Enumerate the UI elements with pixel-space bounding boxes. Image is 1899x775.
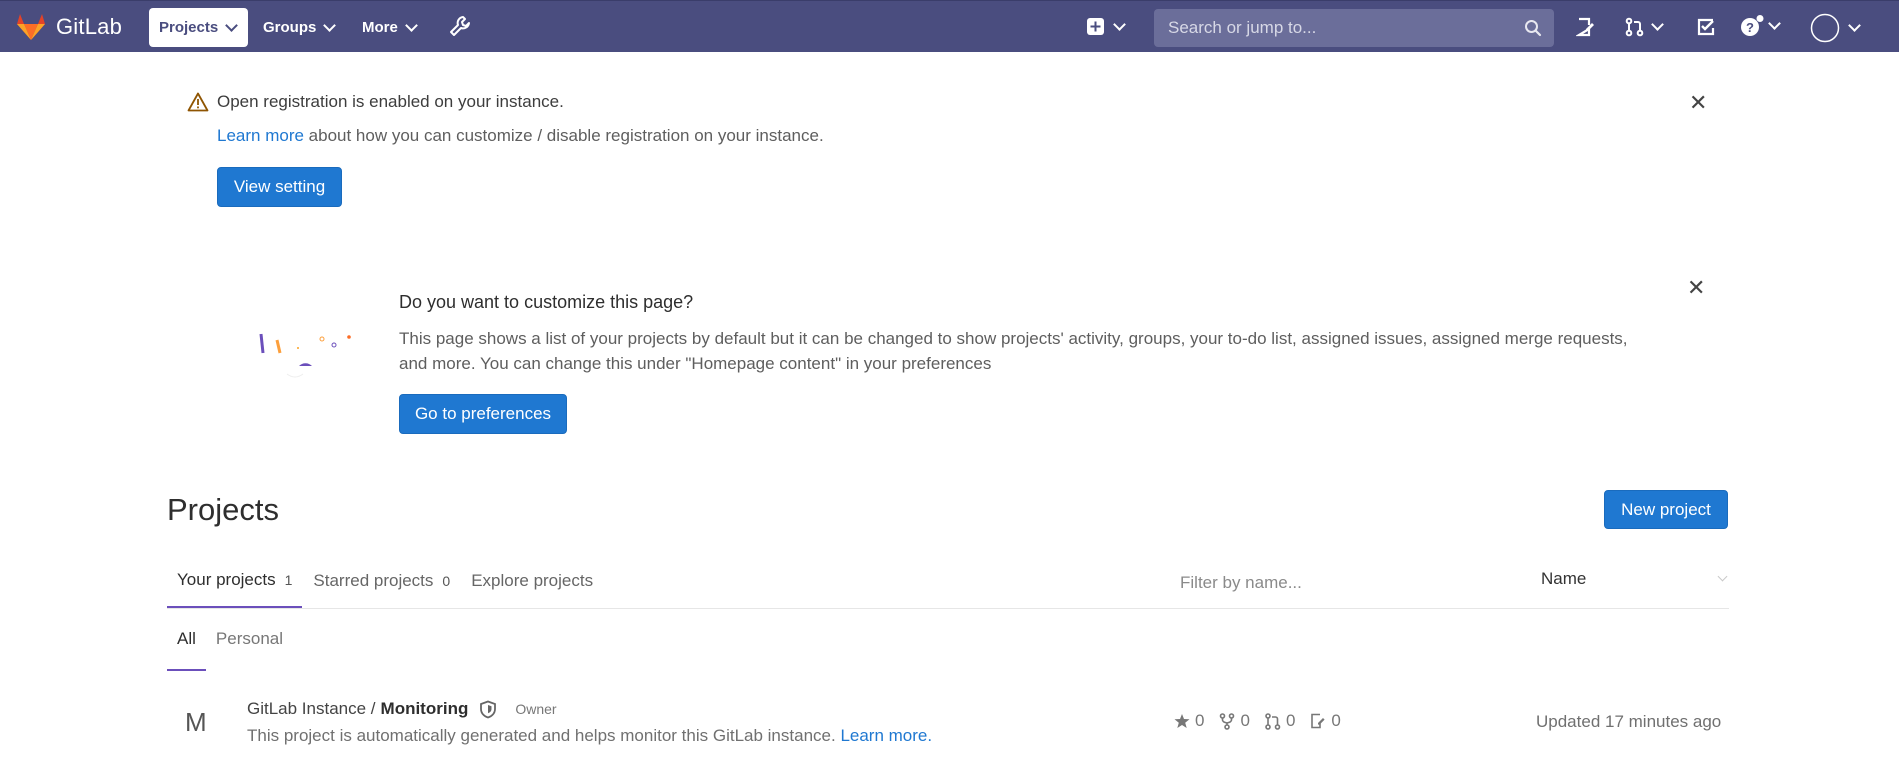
issues-icon bbox=[1576, 17, 1594, 37]
merge-requests-value: 0 bbox=[1285, 711, 1296, 730]
role-badge: Owner bbox=[515, 701, 557, 717]
search-input[interactable] bbox=[1166, 17, 1510, 39]
tabs-divider bbox=[167, 608, 1729, 609]
search-icon bbox=[1525, 20, 1542, 37]
filter-by-name-input[interactable] bbox=[1178, 568, 1512, 598]
tab-count-badge: 0 bbox=[442, 573, 451, 589]
help-dropdown[interactable]: ? bbox=[1740, 15, 1781, 37]
learn-more-link[interactable]: Learn more bbox=[217, 126, 304, 145]
tab-starred-projects[interactable]: Starred projects 0 bbox=[303, 560, 460, 608]
project-tabs: Your projects 1 Starred projects 0 Explo… bbox=[167, 560, 603, 608]
tab-explore-projects[interactable]: Explore projects bbox=[461, 560, 603, 608]
customize-illustration bbox=[259, 333, 351, 378]
search-bar[interactable] bbox=[1154, 9, 1554, 47]
close-callout-icon[interactable]: ✕ bbox=[1687, 277, 1705, 299]
help-icon: ? bbox=[1741, 15, 1764, 36]
stars-count[interactable]: 0 bbox=[1174, 711, 1204, 731]
chevron-down-icon bbox=[1651, 18, 1664, 31]
registration-alert-title: Open registration is enabled on your ins… bbox=[217, 92, 564, 111]
project-name: Monitoring bbox=[380, 699, 469, 718]
project-updated-time: Updated 17 minutes ago bbox=[1536, 712, 1722, 731]
admin-area-link[interactable] bbox=[449, 15, 471, 37]
project-avatar[interactable]: M bbox=[185, 707, 207, 738]
todo-check-icon bbox=[1697, 18, 1715, 36]
tab-your-projects[interactable]: Your projects 1 bbox=[167, 560, 303, 608]
stars-value: 0 bbox=[1195, 711, 1205, 730]
issues-value: 0 bbox=[1331, 711, 1341, 730]
chevron-down-icon bbox=[1848, 19, 1861, 32]
new-project-button[interactable]: New project bbox=[1604, 490, 1728, 529]
svg-text:?: ? bbox=[1746, 20, 1754, 35]
customize-title: Do you want to customize this page? bbox=[399, 292, 694, 312]
close-alert-icon[interactable]: ✕ bbox=[1689, 92, 1707, 114]
chevron-down-icon bbox=[225, 18, 239, 32]
chevron-down-icon bbox=[1768, 17, 1781, 30]
new-dropdown[interactable] bbox=[1087, 17, 1126, 35]
project-title: GitLab Instance / Monitoring Owner bbox=[247, 699, 557, 719]
forks-count[interactable]: 0 bbox=[1219, 711, 1250, 731]
user-menu-dropdown[interactable] bbox=[1810, 13, 1861, 43]
merge-requests-dropdown[interactable] bbox=[1625, 17, 1664, 37]
chevron-down-icon bbox=[404, 18, 418, 32]
forks-value: 0 bbox=[1240, 711, 1250, 730]
merge-request-icon bbox=[1625, 17, 1644, 37]
chevron-down-icon bbox=[1113, 17, 1126, 31]
wrench-icon bbox=[450, 16, 470, 36]
gitlab-logo[interactable]: GitLab bbox=[16, 13, 122, 41]
project-learn-more-link[interactable]: Learn more. bbox=[840, 726, 932, 745]
project-description-text: This project is automatically generated … bbox=[247, 726, 841, 745]
todos-link[interactable] bbox=[1696, 17, 1716, 37]
projects-dropdown[interactable]: Projects bbox=[149, 8, 248, 47]
sort-label: Name bbox=[1541, 569, 1587, 588]
tab-label: Starred projects bbox=[313, 571, 434, 590]
groups-label: Groups bbox=[263, 19, 317, 36]
registration-alert-body: Learn more about how you can customize /… bbox=[217, 126, 824, 146]
plus-square-icon bbox=[1087, 18, 1104, 35]
issues-link[interactable] bbox=[1576, 17, 1596, 37]
go-to-preferences-button[interactable]: Go to preferences bbox=[399, 394, 567, 434]
subtab-personal[interactable]: Personal bbox=[206, 620, 293, 671]
avatar-icon bbox=[1810, 13, 1840, 43]
tab-label: Explore projects bbox=[471, 571, 594, 590]
chevron-down-icon bbox=[323, 18, 337, 32]
tanuki-icon bbox=[17, 14, 45, 40]
project-stats: 0 0 0 0 bbox=[1174, 711, 1356, 731]
subtab-all[interactable]: All bbox=[167, 620, 206, 671]
more-label: More bbox=[362, 19, 398, 36]
registration-alert-text: about how you can customize / disable re… bbox=[303, 126, 824, 145]
star-icon bbox=[1174, 714, 1190, 728]
project-subtabs: All Personal bbox=[167, 620, 293, 671]
project-namespace: GitLab Instance / bbox=[247, 699, 376, 718]
customize-body: This page shows a list of your projects … bbox=[399, 329, 1628, 373]
merge-request-icon bbox=[1265, 712, 1281, 730]
sort-dropdown[interactable]: Name bbox=[1541, 569, 1728, 589]
tab-count-badge: 1 bbox=[284, 572, 293, 588]
view-setting-button[interactable]: View setting bbox=[217, 167, 342, 207]
warning-icon bbox=[187, 92, 209, 112]
projects-label: Projects bbox=[159, 19, 219, 36]
top-navbar: GitLab Projects Groups More Search or ju… bbox=[0, 0, 1899, 52]
tab-label: Your projects bbox=[177, 570, 276, 589]
shield-icon bbox=[480, 700, 497, 718]
fork-icon bbox=[1220, 712, 1235, 730]
chevron-down-icon bbox=[1717, 571, 1728, 582]
issues-icon bbox=[1311, 713, 1326, 729]
merge-requests-count[interactable]: 0 bbox=[1265, 711, 1295, 731]
groups-dropdown[interactable]: Groups bbox=[253, 8, 344, 47]
brand-name: GitLab bbox=[56, 14, 123, 39]
issues-count[interactable]: 0 bbox=[1310, 711, 1341, 731]
project-description: This project is automatically generated … bbox=[247, 726, 932, 746]
page-title: Projects bbox=[167, 492, 279, 527]
more-dropdown[interactable]: More bbox=[352, 8, 426, 47]
project-link[interactable]: GitLab Instance / Monitoring bbox=[247, 699, 468, 719]
